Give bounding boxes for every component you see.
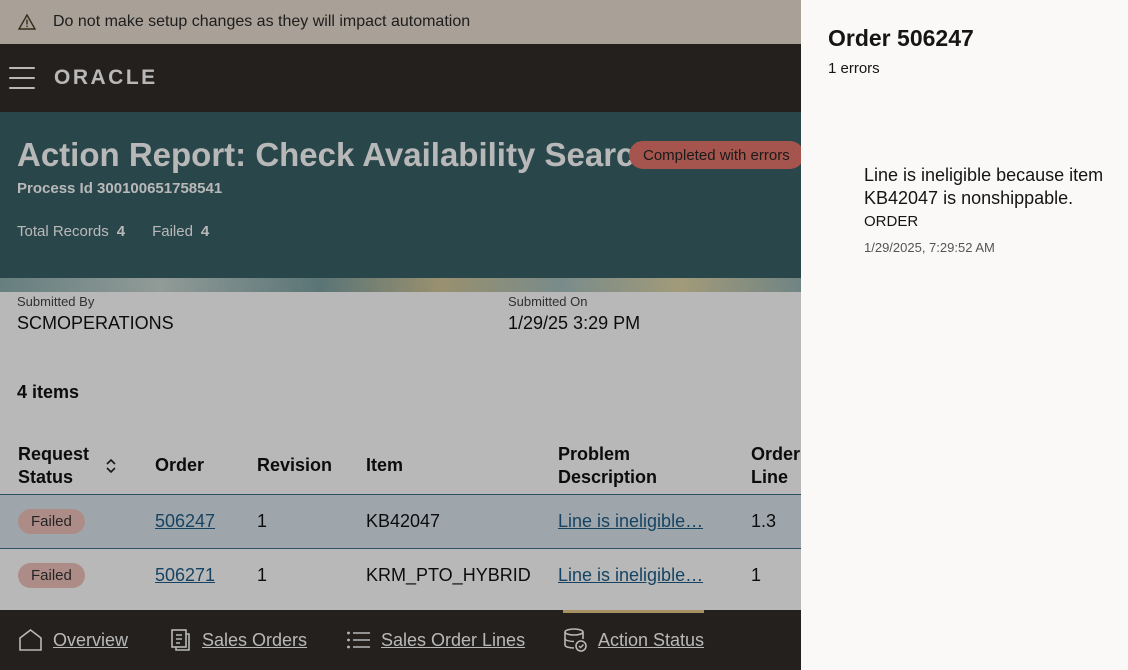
- decorative-pattern: [0, 278, 801, 292]
- tab-sales-order-lines-label: Sales Order Lines: [381, 629, 526, 650]
- error-timestamp: 1/29/2025, 7:29:52 AM: [864, 240, 995, 255]
- tab-sales-orders-label: Sales Orders: [202, 629, 308, 650]
- drawer-error-count: 1 errors: [828, 60, 880, 77]
- tab-overview-label: Overview: [53, 629, 129, 650]
- error-message: Line is ineligible because item KB42047 …: [864, 165, 1104, 208]
- warning-text: Do not make setup changes as they will i…: [53, 13, 471, 30]
- footer-tab-bar: Overview Sales Orders Sales Order Lines …: [0, 610, 801, 670]
- warning-icon: [18, 14, 36, 30]
- item-cell: KRM_PTO_HYBRID: [366, 547, 558, 602]
- revision-cell: 1: [257, 493, 366, 549]
- submitted-by-label: Submitted By: [17, 294, 95, 309]
- order-detail-drawer: Order 506247 1 errors Line is ineligible…: [801, 0, 1128, 670]
- drawer-title: Order 506247: [828, 25, 974, 51]
- error-category: ORDER: [864, 213, 919, 230]
- submitted-on-label: Submitted On: [508, 294, 588, 309]
- order-link[interactable]: 506271: [155, 565, 215, 585]
- top-navbar: ORACLE: [0, 44, 801, 112]
- column-header-revision[interactable]: Revision: [257, 438, 366, 494]
- status-badge-failed: Failed: [18, 562, 85, 588]
- column-header-item[interactable]: Item: [366, 438, 558, 494]
- action-status-table: Request Status Order Revision Item Probl…: [0, 438, 801, 602]
- table-header-row: Request Status Order Revision Item Probl…: [0, 438, 801, 494]
- problem-description-link[interactable]: Line is ineligible…: [558, 511, 703, 531]
- document-icon: [171, 629, 190, 651]
- sort-icon[interactable]: [104, 457, 118, 475]
- oracle-logo[interactable]: ORACLE: [54, 66, 158, 90]
- column-header-order-line[interactable]: Order Line: [751, 438, 801, 494]
- order-link[interactable]: 506247: [155, 511, 215, 531]
- submitted-on: Submitted On 1/29/25 3:29 PM: [508, 294, 640, 334]
- main-app: Do not make setup changes as they will i…: [0, 0, 801, 670]
- menu-icon[interactable]: [9, 67, 35, 89]
- column-header-problem-description[interactable]: Problem Description: [558, 438, 751, 494]
- column-header-order[interactable]: Order: [155, 438, 257, 494]
- tab-action-status-label: Action Status: [598, 629, 705, 650]
- table-row[interactable]: Failed 506247 1 KB42047 Line is ineligib…: [0, 493, 801, 549]
- failed-value: 4: [200, 223, 210, 240]
- database-sync-icon: [564, 628, 587, 652]
- tab-overview[interactable]: Overview: [18, 610, 128, 670]
- page-header: Action Report: Check Availability Search…: [0, 112, 801, 292]
- list-icon: [347, 631, 370, 649]
- submitted-on-value: 1/29/25 3:29 PM: [508, 313, 641, 333]
- order-line-cell: 1.3: [751, 493, 801, 549]
- record-counts: Total Records 4 Failed 4: [17, 223, 236, 240]
- table-row[interactable]: Failed 506271 1 KRM_PTO_HYBRID Line is i…: [0, 547, 801, 602]
- submitted-by: Submitted By SCMOPERATIONS: [17, 294, 174, 334]
- page-title: Action Report: Check Availability Search: [17, 136, 655, 173]
- item-cell: KB42047: [366, 493, 558, 549]
- warning-banner: Do not make setup changes as they will i…: [0, 0, 801, 44]
- tab-action-status[interactable]: Action Status: [563, 610, 705, 670]
- tab-sales-order-lines[interactable]: Sales Order Lines: [346, 610, 525, 670]
- total-records-label: Total Records: [17, 223, 109, 240]
- failed-label: Failed: [152, 223, 193, 240]
- status-badge: Completed with errors: [629, 141, 801, 169]
- tab-sales-orders[interactable]: Sales Orders: [170, 610, 307, 670]
- order-line-cell: 1: [751, 547, 801, 602]
- column-header-request-status[interactable]: Request Status: [0, 438, 155, 494]
- submitted-by-value: SCMOPERATIONS: [17, 313, 174, 333]
- home-icon: [19, 628, 42, 651]
- problem-description-link[interactable]: Line is ineligible…: [558, 565, 703, 585]
- process-id: Process Id 300100651758541: [17, 180, 223, 197]
- total-records-value: 4: [116, 223, 126, 240]
- status-badge-failed: Failed: [18, 508, 85, 534]
- revision-cell: 1: [257, 547, 366, 602]
- items-count: 4 items: [17, 382, 80, 402]
